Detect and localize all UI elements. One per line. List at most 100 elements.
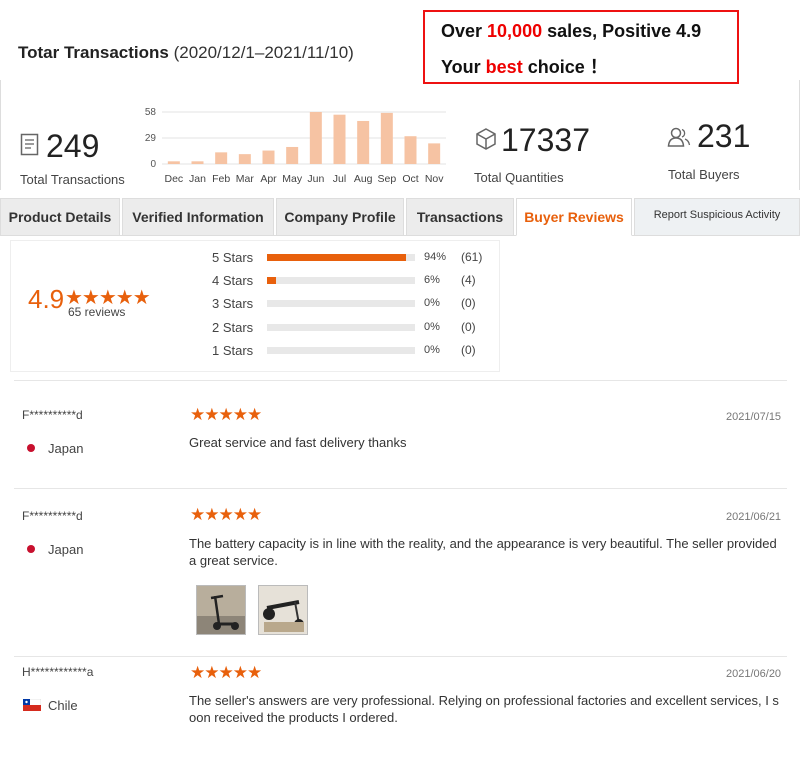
review-date: 2021/07/15 <box>726 411 782 423</box>
page-title: Totar Transactions (2020/12/1–2021/11/10… <box>18 43 354 63</box>
divider <box>0 80 1 190</box>
tab-product-details[interactable]: Product Details <box>0 198 120 236</box>
total-transactions-value: 249 <box>46 128 100 164</box>
x-tick-label: Aug <box>354 173 373 185</box>
tab-buyer-reviews[interactable]: Buyer Reviews <box>516 198 632 236</box>
x-tick-label: Apr <box>260 173 277 185</box>
x-tick-label: Oct <box>402 173 418 185</box>
review-photo[interactable] <box>258 585 308 635</box>
review-text: The seller's answers are very profession… <box>189 693 779 725</box>
star-row-bar <box>267 254 415 261</box>
tab-transactions[interactable]: Transactions <box>406 198 514 236</box>
star-row-bar-fill <box>267 277 276 285</box>
chart-bar <box>215 152 228 164</box>
japan-flag-icon <box>27 545 35 553</box>
x-tick-label: Dec <box>164 173 183 185</box>
scooter-photo-icon <box>197 586 245 634</box>
x-tick-label: Mar <box>236 173 255 185</box>
transactions-bar-chart: 0 29 58 Dec Jan Feb Mar Apr May Jun Jul Aug Sep Oct No… <box>145 107 446 185</box>
chart-bar <box>428 143 441 164</box>
total-buyers-label: Total Buyers <box>668 167 740 182</box>
star-row-percent: 0% <box>424 297 440 310</box>
x-tick-label: Feb <box>212 173 230 185</box>
star-row-percent: 0% <box>424 320 440 333</box>
promo-highlight: best <box>485 57 523 77</box>
chart-bar <box>262 150 275 164</box>
promo-text: choice ！ <box>522 57 608 77</box>
reviewer-country: Japan <box>48 542 84 557</box>
promo-text: Your <box>441 57 486 77</box>
star-row-count: (0) <box>461 296 476 311</box>
chart-bar <box>333 114 346 164</box>
chart-bar <box>309 112 322 164</box>
star-row-label: 1 Stars <box>212 342 254 358</box>
promo-banner: Over 10,000 sales, Positive 4.9 Your bes… <box>423 10 739 84</box>
tab-company-profile[interactable]: Company Profile <box>276 198 404 236</box>
chart-bar <box>404 136 417 164</box>
x-tick-label: Jul <box>333 173 346 185</box>
promo-text: sales, Positive 4.9 <box>542 21 702 41</box>
users-icon <box>667 126 691 153</box>
review-date: 2021/06/20 <box>726 668 782 680</box>
star-row-bar-fill <box>267 254 407 261</box>
y-tick-label: 0 <box>150 159 156 170</box>
star-row-bar <box>267 300 415 308</box>
review-photo[interactable] <box>196 585 246 635</box>
tab-bar: Product Details Verified Information Com… <box>0 198 800 236</box>
star-row-label: 4 Stars <box>212 273 254 289</box>
review-date: 2021/06/21 <box>726 511 782 523</box>
chart-bar <box>167 161 180 164</box>
report-suspicious-activity-link[interactable]: Report Suspicious Activity <box>634 198 800 236</box>
promo-highlight: 10,000 <box>487 21 543 41</box>
promo-line-1: Over 10,000 sales, Positive 4.9 <box>441 21 701 42</box>
reviewer-name: F**********d <box>22 408 83 422</box>
review-text: Great service and fast delivery thanks <box>189 435 407 450</box>
x-tick-label: May <box>282 173 303 185</box>
star-row-count: (0) <box>461 342 476 357</box>
x-tick-label: Nov <box>425 173 444 185</box>
title-date-range: (2020/12/1–2021/11/10) <box>173 43 354 62</box>
y-tick-label: 58 <box>145 107 157 118</box>
japan-flag-icon <box>27 444 35 452</box>
total-quantities-label: Total Quantities <box>474 170 564 185</box>
star-row-bar <box>267 277 415 285</box>
chart-bar <box>191 161 204 164</box>
reviewer-country: Japan <box>48 441 84 456</box>
star-row-label: 2 Stars <box>212 319 254 335</box>
review-stars: ★★★★★ <box>190 405 262 424</box>
star-row-count: (0) <box>461 319 476 334</box>
star-row-bar <box>267 346 415 354</box>
reviews-count: 65 reviews <box>68 305 126 319</box>
chart-bar <box>380 112 393 164</box>
chart-bar <box>286 146 299 164</box>
star-row-count: (4) <box>461 273 476 288</box>
star-row-percent: 94% <box>424 251 447 263</box>
promo-line-2: Your best choice ！ <box>441 53 608 79</box>
star-row-count: (61) <box>461 250 483 264</box>
average-score: 4.9 <box>28 284 65 314</box>
reviewer-name: F**********d <box>22 509 83 523</box>
divider <box>14 380 787 381</box>
total-buyers-value: 231 <box>697 118 751 154</box>
star-row-bar <box>267 323 415 331</box>
review-stars: ★★★★★ <box>190 663 262 682</box>
review-stars: ★★★★★ <box>190 505 262 524</box>
total-transactions-label: Total Transactions <box>20 172 125 187</box>
total-quantities-value: 17337 <box>501 122 590 158</box>
x-tick-label: Jun <box>307 173 324 185</box>
star-row-label: 5 Stars <box>212 250 254 265</box>
tab-verified-information[interactable]: Verified Information <box>122 198 274 236</box>
reviewer-country: Chile <box>48 698 78 713</box>
star-row-label: 3 Stars <box>212 296 254 312</box>
review-text: The battery capacity is in line with the… <box>189 536 777 568</box>
divider <box>14 656 787 657</box>
scooter-photo-icon <box>259 586 307 634</box>
reviewer-name: H************a <box>22 665 94 679</box>
y-tick-label: 29 <box>145 133 157 144</box>
chile-flag-icon <box>22 698 42 716</box>
box-icon <box>474 127 498 156</box>
star-row-percent: 6% <box>424 274 440 287</box>
chart-bar <box>357 120 370 164</box>
title-text: Totar Transactions <box>18 43 169 62</box>
document-icon <box>20 133 40 162</box>
